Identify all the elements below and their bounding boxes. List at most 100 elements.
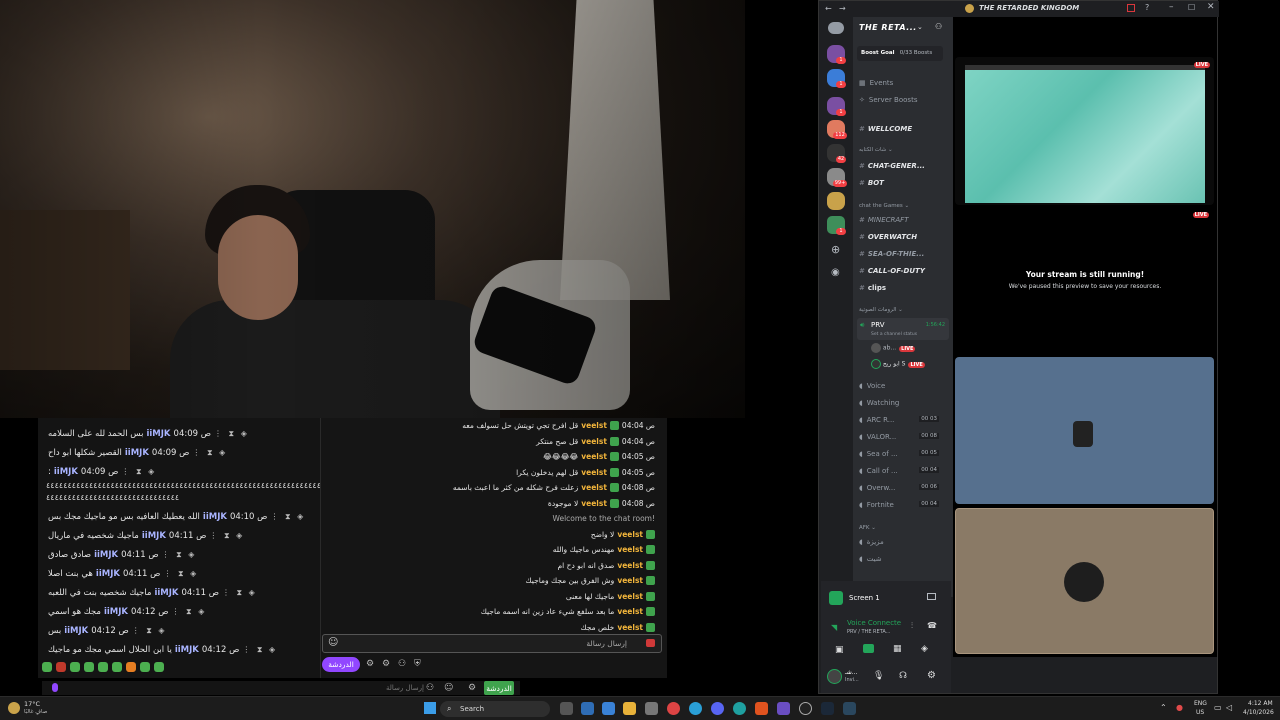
voice-channel-prv[interactable]: 🔊︎ PRV 1:56:42 Set a channel status: [857, 318, 949, 340]
brave-icon[interactable]: [755, 702, 768, 715]
chevron-down-icon[interactable]: ⌄: [917, 23, 923, 31]
voice-channel[interactable]: ◖ Overw... 00 06: [859, 484, 945, 492]
stop-share-icon[interactable]: [927, 593, 936, 600]
channel-call-of-duty[interactable]: # CALL-OF-DUTY: [859, 267, 925, 275]
stream-preview[interactable]: LIVE: [955, 57, 1214, 205]
add-member-icon[interactable]: ⚇: [935, 22, 942, 31]
activities-icon[interactable]: ▦: [893, 644, 902, 654]
browser-icon[interactable]: [689, 702, 702, 715]
mic-icon[interactable]: 🎙︎: [873, 671, 884, 681]
emote-icon[interactable]: [42, 662, 52, 672]
participant-tile[interactable]: [955, 508, 1214, 654]
category-games[interactable]: chat the Games ⌄: [859, 203, 909, 209]
disconnect-icon[interactable]: ☎: [927, 621, 937, 630]
emoji-icon[interactable]: ☺: [328, 637, 338, 648]
windows-start-icon[interactable]: [424, 702, 436, 714]
help-icon[interactable]: ?: [1145, 3, 1149, 12]
chat-button[interactable]: الدردشة: [484, 681, 514, 695]
clock-time[interactable]: 4:12 AM: [1248, 700, 1273, 707]
weather-icon[interactable]: [8, 702, 20, 714]
camera-icon[interactable]: ▣: [835, 645, 844, 655]
channel-clips[interactable]: # clips: [859, 284, 886, 292]
settings-icon[interactable]: ⚙: [366, 659, 374, 669]
emote-icon[interactable]: [70, 662, 80, 672]
voice-channel[interactable]: ◖ مزيزة: [859, 538, 884, 546]
add-server-icon[interactable]: ⊕: [831, 243, 840, 256]
camera-icon[interactable]: [646, 639, 655, 647]
chat-input[interactable]: ☺ إرسال رسالة: [322, 634, 662, 653]
discord-home-icon[interactable]: [828, 22, 844, 34]
settings-icon[interactable]: ⚙: [468, 683, 476, 693]
store-icon[interactable]: [645, 702, 658, 715]
emote-icon[interactable]: [98, 662, 108, 672]
voice-member[interactable]: ab... LIVE: [871, 343, 916, 353]
emote-icon[interactable]: [140, 662, 150, 672]
headphones-icon[interactable]: ☊: [899, 671, 907, 681]
category-voice-rooms[interactable]: الرومات الصوتية ⌄: [859, 307, 903, 313]
server-icon[interactable]: [827, 192, 845, 210]
category-text-chat[interactable]: شات الكتابه ⌄: [859, 147, 893, 153]
waveform-icon[interactable]: ⫶: [911, 621, 913, 631]
emote-icon[interactable]: [126, 662, 136, 672]
soundboard-icon[interactable]: ◈: [921, 644, 928, 654]
task-view-icon[interactable]: [560, 702, 573, 715]
events-item[interactable]: ▦ Events: [859, 79, 893, 87]
emote-icon[interactable]: [112, 662, 122, 672]
mic-tray-icon[interactable]: ●: [1176, 703, 1183, 712]
file-explorer-icon[interactable]: [581, 702, 594, 715]
volume-icon[interactable]: ◁: [1226, 703, 1232, 712]
voice-channel[interactable]: ◖ VALOR... 00 08: [859, 433, 945, 441]
forward-icon[interactable]: →: [839, 4, 846, 13]
chevron-up-icon[interactable]: ⌃: [1160, 703, 1167, 712]
avatar[interactable]: [827, 669, 842, 684]
voice-channel[interactable]: ◖ Fortnite 00 04: [859, 501, 945, 509]
weather-temp[interactable]: 17°C: [24, 700, 40, 708]
explore-icon[interactable]: ◉: [831, 267, 840, 278]
emoji-icon[interactable]: ☺: [444, 683, 453, 693]
language[interactable]: ENG: [1194, 700, 1207, 707]
channel-bot[interactable]: # BOT: [859, 179, 884, 187]
channel-wellcome[interactable]: # WELLCOME: [859, 125, 912, 133]
channel-overwatch[interactable]: # OVERWATCH: [859, 233, 917, 241]
voice-channel-sublabel[interactable]: PRV / THE RETA...: [847, 629, 890, 635]
boost-goal[interactable]: Boost Goal 0/33 Boosts: [857, 46, 943, 61]
voice-channel[interactable]: ◖ شيت: [859, 555, 882, 563]
mic-icon[interactable]: [52, 683, 58, 692]
people-icon[interactable]: ⚇: [398, 659, 406, 669]
emote-icon[interactable]: [154, 662, 164, 672]
obs-icon[interactable]: [799, 702, 812, 715]
server-boosts-item[interactable]: ✧ Server Boosts: [859, 96, 917, 104]
left-chat-placeholder[interactable]: إرسال رسالة: [386, 684, 424, 692]
emote-icon[interactable]: [56, 662, 66, 672]
participant-tile[interactable]: [955, 357, 1214, 504]
steam-icon[interactable]: [843, 702, 856, 715]
app-icon[interactable]: [777, 702, 790, 715]
edge-icon[interactable]: [733, 702, 746, 715]
voice-member[interactable]: ابو ريح S LIVE: [871, 359, 925, 369]
close-icon[interactable]: ✕: [1207, 2, 1215, 12]
people-icon[interactable]: ⚇: [426, 683, 434, 693]
chat-button[interactable]: الدردشة: [322, 657, 360, 672]
shield-icon[interactable]: ⛨: [414, 659, 421, 669]
voice-channel[interactable]: ◖ Sea of ... 00 05: [859, 450, 945, 458]
back-icon[interactable]: ←: [825, 4, 832, 13]
maximize-icon[interactable]: ☐: [1188, 3, 1195, 12]
server-name[interactable]: THE RETA...: [859, 23, 917, 32]
voice-channel[interactable]: ◖ ARC R... 00 03: [859, 416, 945, 424]
minimize-icon[interactable]: –: [1169, 2, 1174, 12]
emote-icon[interactable]: [84, 662, 94, 672]
channel-chat-general[interactable]: # CHAT-GENER...: [859, 162, 925, 170]
emote-bar[interactable]: [42, 662, 164, 674]
voice-channel[interactable]: ◖ Watching: [859, 399, 899, 407]
channel-minecraft[interactable]: # MINECRAFT: [859, 216, 908, 224]
gear-icon[interactable]: ⚙: [382, 659, 390, 669]
discord-icon[interactable]: [711, 702, 724, 715]
screen-icon[interactable]: [863, 644, 874, 653]
voice-channel[interactable]: ◖ Call of ... 00 04: [859, 467, 945, 475]
search-box[interactable]: ⌕ Search: [440, 701, 550, 717]
gear-icon[interactable]: ⚙: [927, 670, 936, 681]
app-icon[interactable]: [602, 702, 615, 715]
steam-icon[interactable]: [821, 702, 834, 715]
chrome-icon[interactable]: [667, 702, 680, 715]
inbox-icon[interactable]: [1127, 4, 1135, 12]
